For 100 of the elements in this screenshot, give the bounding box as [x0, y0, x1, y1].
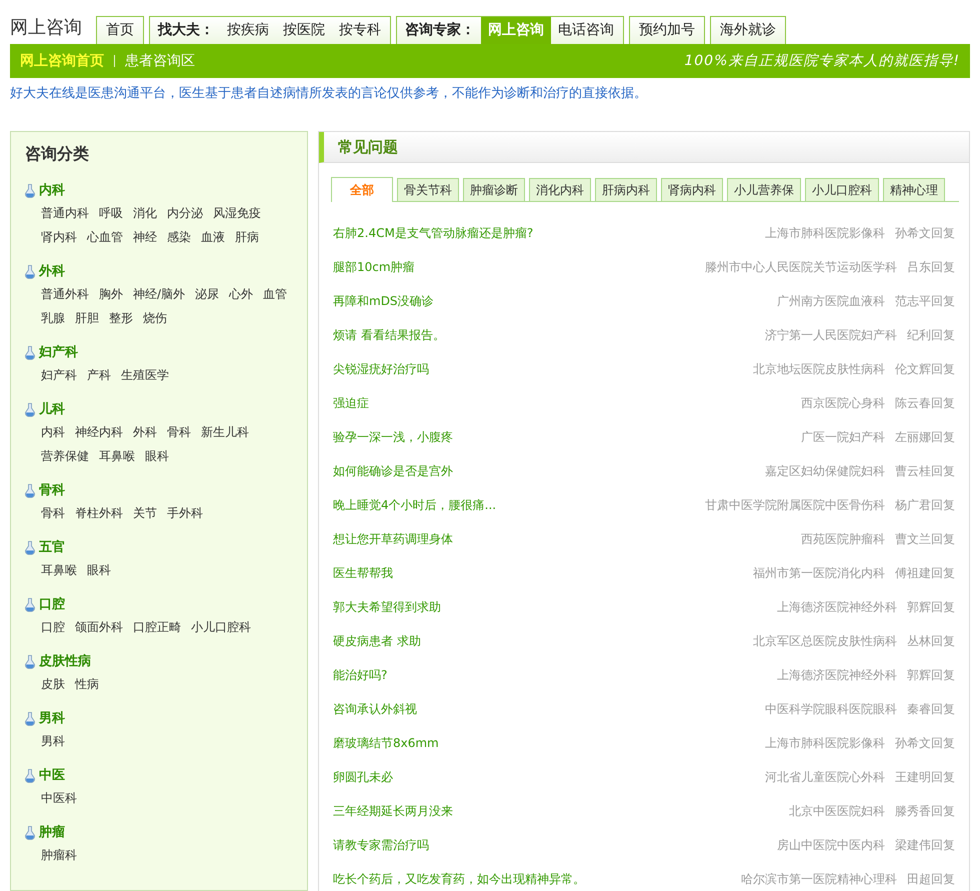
subcategory-link[interactable]: 外科	[133, 420, 157, 444]
category-link[interactable]: 口腔	[39, 595, 65, 615]
subcategory-link[interactable]: 男科	[41, 729, 65, 753]
category-link[interactable]: 骨科	[39, 481, 65, 501]
question-link[interactable]: 吃长个药后，又吃发育药，如今出现精神异常。	[333, 870, 585, 888]
question-link[interactable]: 再障和mDS没确诊	[333, 292, 434, 310]
hospital-department: 北京地坛医院皮肤性病科	[753, 360, 885, 378]
category-link[interactable]: 妇产科	[39, 343, 78, 363]
question-link[interactable]: 请教专家需治疗吗	[333, 836, 429, 854]
question-link[interactable]: 咨询承认外斜视	[333, 700, 417, 718]
subcategory-link[interactable]: 烧伤	[143, 306, 167, 330]
category-link[interactable]: 内科	[39, 181, 65, 201]
nav-tab[interactable]: 预约加号	[632, 17, 702, 44]
subcategory-link[interactable]: 耳鼻喉	[99, 444, 135, 468]
question-link[interactable]: 三年经期延长两月没来	[333, 802, 453, 820]
category-link[interactable]: 中医	[39, 766, 65, 786]
flask-icon	[25, 403, 35, 417]
doctor-reply: 孙希文回复	[895, 224, 955, 242]
subcategory-link[interactable]: 内科	[41, 420, 65, 444]
subcategory-link[interactable]: 性病	[75, 672, 99, 696]
question-link[interactable]: 能治好吗?	[333, 666, 388, 684]
flask-icon	[25, 184, 35, 198]
subcategory-link[interactable]: 生殖医学	[121, 363, 169, 387]
subcategory-link[interactable]: 呼吸	[99, 201, 123, 225]
nav-tab[interactable]: 按专科	[332, 17, 388, 44]
question-link[interactable]: 腿部10cm肿瘤	[333, 258, 415, 276]
subcategory-link[interactable]: 风湿免疫	[213, 201, 261, 225]
subcategory-link[interactable]: 产科	[87, 363, 111, 387]
question-link[interactable]: 强迫症	[333, 394, 369, 412]
subcategory-link[interactable]: 普通外科	[41, 282, 89, 306]
nav-tab[interactable]: 首页	[99, 17, 141, 44]
category-tab[interactable]: 肾病内科	[661, 178, 723, 201]
category-tab[interactable]: 骨关节科	[397, 178, 459, 201]
question-link[interactable]: 想让您开草药调理身体	[333, 530, 453, 548]
subcategory-link[interactable]: 肝病	[235, 225, 259, 249]
subcategory-link[interactable]: 骨科	[167, 420, 191, 444]
doctor-reply: 丛林回复	[907, 632, 955, 650]
subcategory-link[interactable]: 血液	[201, 225, 225, 249]
question-link[interactable]: 验孕一深一浅，小腹疼	[333, 428, 453, 446]
subcategory-link[interactable]: 颌面外科	[75, 615, 123, 639]
nav-tab[interactable]: 按疾病	[220, 17, 276, 44]
doctor-reply: 吕东回复	[907, 258, 955, 276]
subcategory-link[interactable]: 消化	[133, 201, 157, 225]
category-tab[interactable]: 肝病内科	[595, 178, 657, 201]
subcategory-link[interactable]: 整形	[109, 306, 133, 330]
subcategory-link[interactable]: 普通内科	[41, 201, 89, 225]
subcategory-link[interactable]: 口腔正畸	[133, 615, 181, 639]
subcategory-link[interactable]: 神经/脑外	[133, 282, 186, 306]
subcategory-link[interactable]: 皮肤	[41, 672, 65, 696]
nav-tab[interactable]: 按医院	[276, 17, 332, 44]
subcategory-link[interactable]: 关节	[133, 501, 157, 525]
category-tab[interactable]: 小儿营养保	[727, 178, 801, 201]
nav-tab[interactable]: 海外就诊	[713, 17, 783, 44]
subcategory-link[interactable]: 内分泌	[167, 201, 203, 225]
subcategory-link[interactable]: 新生儿科	[201, 420, 249, 444]
subcategory-link[interactable]: 血管	[263, 282, 288, 306]
category-link[interactable]: 外科	[39, 262, 65, 282]
subcategory-link[interactable]: 肝胆	[75, 306, 99, 330]
subcategory-link[interactable]: 心血管	[87, 225, 123, 249]
nav-tab[interactable]: 电话咨询	[551, 17, 621, 44]
category-tab[interactable]: 消化内科	[529, 178, 591, 201]
question-link[interactable]: 右肺2.4CM是支气管动脉瘤还是肿瘤?	[333, 224, 534, 242]
category-tab[interactable]: 精神心理	[883, 178, 945, 201]
subcategory-link[interactable]: 骨科	[41, 501, 65, 525]
subcategory-link[interactable]: 眼科	[87, 558, 111, 582]
category-tab[interactable]: 肿瘤诊断	[463, 178, 525, 201]
subcategory-link[interactable]: 小儿口腔科	[191, 615, 251, 639]
question-link[interactable]: 晚上睡觉4个小时后，腰很痛...	[333, 496, 496, 514]
category-link[interactable]: 皮肤性病	[39, 652, 91, 672]
subcategory-link[interactable]: 口腔	[41, 615, 65, 639]
question-link[interactable]: 郭大夫希望得到求助	[333, 598, 441, 616]
category-link[interactable]: 男科	[39, 709, 65, 729]
subcategory-link[interactable]: 妇产科	[41, 363, 77, 387]
question-link[interactable]: 硬皮病患者 求助	[333, 632, 421, 650]
subcategory-link[interactable]: 胸外	[99, 282, 123, 306]
category-link[interactable]: 肿瘤	[39, 823, 65, 843]
subcategory-link[interactable]: 神经内科	[75, 420, 123, 444]
subcategory-link[interactable]: 脊柱外科	[75, 501, 123, 525]
question-link[interactable]: 烦请 看看结果报告。	[333, 326, 445, 344]
question-link[interactable]: 如何能确诊是否是宫外	[333, 462, 453, 480]
subcategory-link[interactable]: 耳鼻喉	[41, 558, 77, 582]
subcategory-link[interactable]: 感染	[167, 225, 191, 249]
subcategory-link[interactable]: 心外	[229, 282, 254, 306]
subcategory-link[interactable]: 眼科	[145, 444, 169, 468]
category-link[interactable]: 儿科	[39, 400, 65, 420]
subcategory-link[interactable]: 肿瘤科	[41, 843, 77, 867]
question-link[interactable]: 尖锐湿疣好治疗吗	[333, 360, 429, 378]
subcategory-link[interactable]: 中医科	[41, 786, 77, 810]
subcategory-link[interactable]: 肾内科	[41, 225, 77, 249]
subcategory-link[interactable]: 泌尿	[195, 282, 220, 306]
question-link[interactable]: 卵圆孔未必	[333, 768, 393, 786]
category-link[interactable]: 五官	[39, 538, 65, 558]
sidebar-title: 咨询分类	[25, 144, 90, 165]
question-link[interactable]: 医生帮帮我	[333, 564, 393, 582]
category-tab[interactable]: 小儿口腔科	[805, 178, 879, 201]
subcategory-link[interactable]: 营养保健	[41, 444, 89, 468]
subcategory-link[interactable]: 手外科	[167, 501, 203, 525]
subcategory-link[interactable]: 神经	[133, 225, 157, 249]
question-link[interactable]: 磨玻璃结节8x6mm	[333, 734, 439, 752]
subcategory-link[interactable]: 乳腺	[41, 306, 65, 330]
